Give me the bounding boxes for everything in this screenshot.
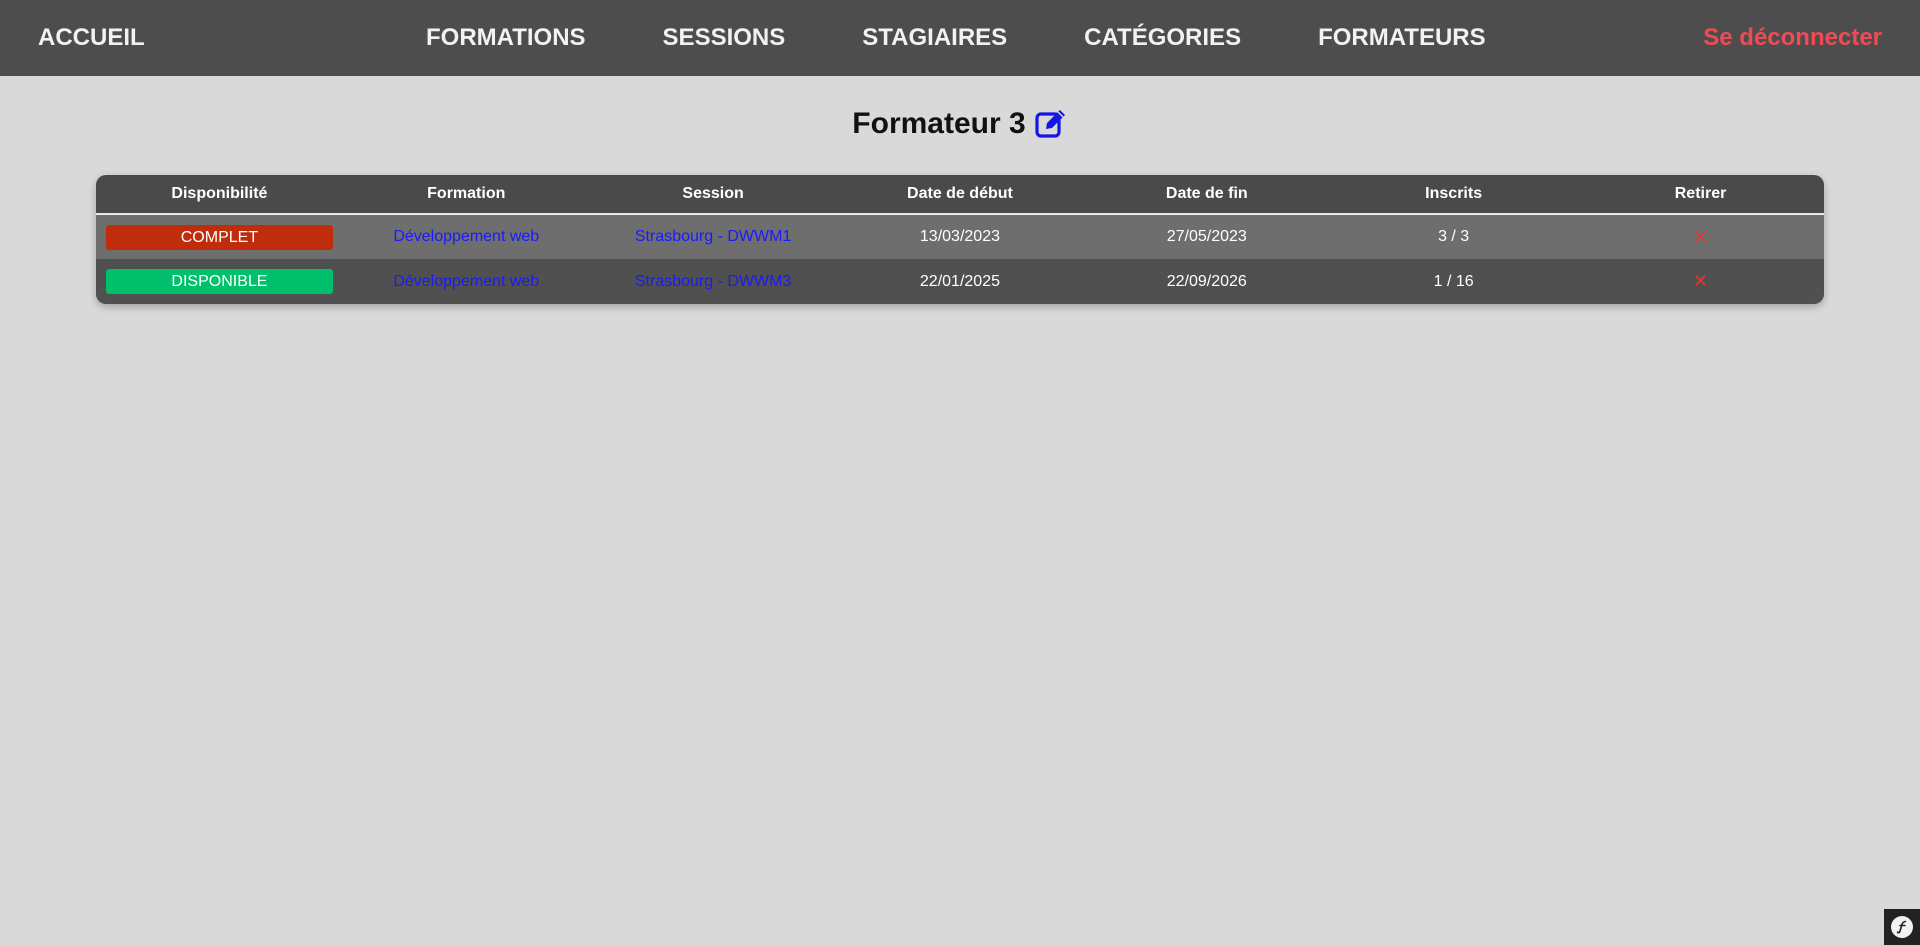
page-header: Formateur 3: [0, 100, 1920, 148]
enrolled-count: 1 / 16: [1433, 272, 1474, 290]
edit-icon[interactable]: [1034, 107, 1068, 141]
session-cell: Strasbourg - DWWM1: [590, 214, 837, 259]
logout-link[interactable]: Se déconnecter: [1703, 0, 1882, 76]
header-date-debut: Date de début: [907, 185, 1013, 202]
start-date: 22/01/2025: [919, 272, 1000, 290]
page-title: Formateur 3: [852, 107, 1026, 140]
end-date: 27/05/2023: [1166, 228, 1247, 245]
session-link[interactable]: Strasbourg - DWWM1: [635, 228, 791, 245]
formation-link[interactable]: Développement web: [393, 228, 539, 245]
session-cell: Strasbourg - DWWM3: [590, 259, 837, 304]
end-date: 22/09/2026: [1166, 272, 1247, 290]
top-navbar: ACCUEIL FORMATIONS SESSIONS STAGIAIRES C…: [0, 0, 1920, 76]
nav-sessions-link[interactable]: SESSIONS: [663, 0, 786, 76]
remove-cell: ✕: [1577, 214, 1824, 259]
nav-stagiaires-link[interactable]: STAGIAIRES: [862, 0, 1007, 76]
remove-icon[interactable]: ✕: [1693, 271, 1708, 291]
remove-icon[interactable]: ✕: [1693, 227, 1708, 247]
nav-home-link[interactable]: ACCUEIL: [38, 0, 145, 76]
header-inscrits: Inscrits: [1425, 185, 1483, 202]
nav-formations-link[interactable]: FORMATIONS: [426, 0, 586, 76]
symfony-toolbar-toggle[interactable]: [1884, 909, 1920, 945]
status-badge: DISPONIBLE: [106, 269, 333, 294]
symfony-icon: [1891, 916, 1913, 938]
table-row: DISPONIBLE Développement web Strasbourg …: [96, 259, 1824, 304]
sessions-table: Disponibilité Formation Session Date de …: [96, 175, 1824, 304]
formation-link[interactable]: Développement web: [393, 273, 539, 290]
header-date-fin: Date de fin: [1165, 185, 1248, 202]
formation-cell: Développement web: [343, 259, 590, 304]
session-link[interactable]: Strasbourg - DWWM3: [635, 273, 791, 290]
header-formation: Formation: [427, 185, 506, 202]
sessions-table-card: Disponibilité Formation Session Date de …: [96, 175, 1824, 304]
header-session: Session: [682, 185, 744, 202]
remove-cell: ✕: [1577, 259, 1824, 304]
enrolled-count: 3 / 3: [1438, 228, 1470, 245]
status-cell: DISPONIBLE: [96, 259, 343, 304]
formation-cell: Développement web: [343, 214, 590, 259]
nav-categories-link[interactable]: CATÉGORIES: [1084, 0, 1241, 76]
header-retirer: Retirer: [1674, 185, 1727, 202]
header-disponibilite: Disponibilité: [171, 185, 268, 202]
table-row: COMPLET Développement web Strasbourg - D…: [96, 214, 1824, 259]
nav-formateurs-link[interactable]: FORMATEURS: [1318, 0, 1486, 76]
status-badge: COMPLET: [106, 224, 333, 250]
table-header-row: Disponibilité Formation Session Date de …: [96, 175, 1824, 214]
status-cell: COMPLET: [96, 214, 343, 259]
nav-center-links: FORMATIONS SESSIONS STAGIAIRES CATÉGORIE…: [426, 0, 1563, 76]
start-date: 13/03/2023: [919, 228, 1000, 245]
